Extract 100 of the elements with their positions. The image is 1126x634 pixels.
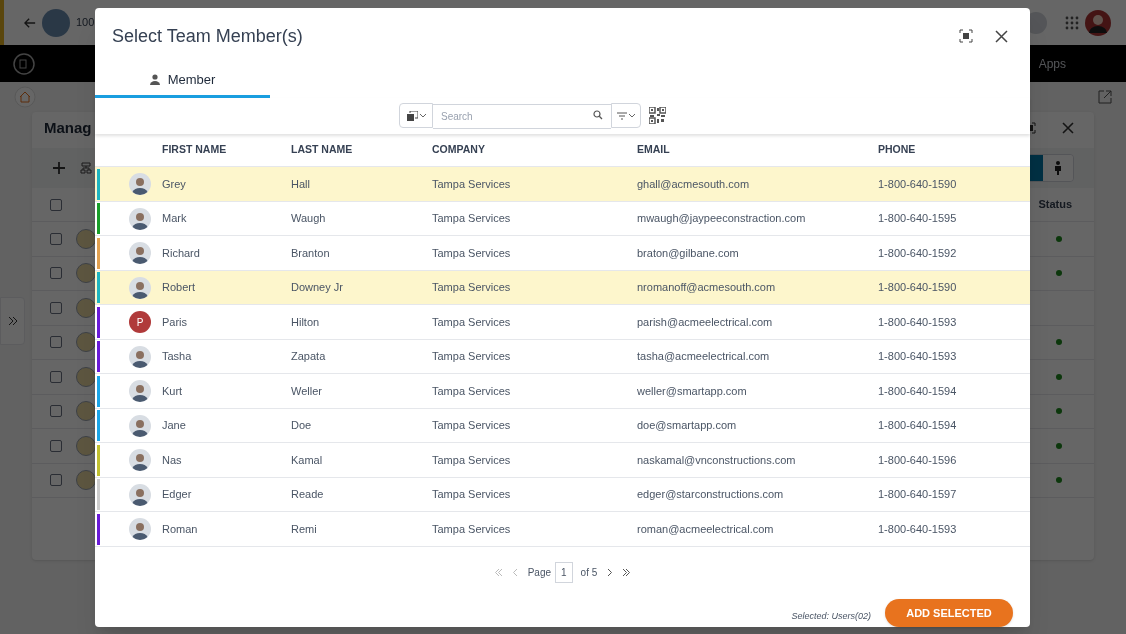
checkbox[interactable] (50, 232, 62, 245)
table-row[interactable]: Jane Doe Tampa Services doe@smartapp.com 1-800-640-1594 (95, 409, 1030, 444)
company-cell-text: Tampa Services (432, 211, 512, 227)
page-title: Manag (44, 117, 92, 138)
email-cell-text: tasha@acmeelectrical.com (637, 349, 771, 365)
phone-cell-text: 1-800-640-1592 (878, 246, 958, 261)
next-page-icon[interactable] (605, 568, 615, 578)
avatar-icon (129, 207, 151, 230)
last-name-cell-text: Doe (291, 418, 313, 434)
checkbox[interactable] (50, 439, 62, 452)
table-row[interactable]: Roman Remi Tampa Services roman@acmeelectrical.com 1-800-640-1593 (95, 512, 1030, 547)
table-row[interactable]: Edger Reade Tampa Services edger@starconstructions.com 1-800-640-1597 (95, 478, 1030, 513)
caret-icon (629, 113, 635, 118)
email-cell-text: edger@starconstructions.com (637, 487, 785, 503)
last-name-cell-text: Weller (291, 384, 323, 399)
previous-page-icon[interactable] (510, 568, 520, 578)
table-row[interactable]: Mark Waugh Tampa Services mwaugh@jaypeeconstraction.com 1-800-640-1595 (95, 202, 1030, 237)
caret-icon (419, 113, 426, 118)
org-chart-icon[interactable] (80, 162, 92, 174)
column-header: LAST NAME (291, 142, 354, 158)
phone-cell-text: 1-800-640-1593 (878, 349, 958, 365)
checkbox[interactable] (50, 405, 62, 418)
phone-cell-text: 1-800-640-1594 (878, 418, 958, 434)
email-cell-text: weller@smartapp.com (637, 384, 748, 399)
phone-cell-text: 1-800-640-1593 (878, 522, 958, 537)
column-header: PHONE (878, 142, 917, 158)
company-cell-text: Tampa Services (432, 315, 512, 330)
double-chevron-icon (7, 316, 18, 326)
phone-cell-text: 1-800-640-1590 (878, 280, 958, 296)
company-cell-text: Tampa Services (432, 280, 512, 296)
fullscreen-icon[interactable] (959, 29, 973, 44)
email-cell-text: doe@smartapp.com (637, 418, 738, 434)
search-icon[interactable] (593, 110, 603, 121)
email-cell-text: ghall@acmesouth.com (637, 177, 751, 192)
checkbox[interactable] (50, 336, 62, 349)
column-header: EMAIL (637, 142, 671, 158)
first-name-cell-text: Grey (162, 177, 187, 192)
selection-count: Selected: Users(02) (791, 610, 871, 624)
avatar-icon (129, 518, 151, 541)
company-cell-text: Tampa Services (432, 522, 512, 537)
table-row[interactable]: Grey Hall Tampa Services ghall@acmesouth.com 1-800-640-1590 (95, 167, 1030, 202)
person-icon (149, 73, 160, 85)
checkbox[interactable] (50, 370, 62, 383)
table-row[interactable]: Kurt Weller Tampa Services weller@smartapp.com 1-800-640-1594 (95, 374, 1030, 409)
checkbox[interactable] (50, 267, 62, 280)
first-name-cell-text: Jane (162, 418, 187, 434)
avatar-icon (76, 297, 96, 318)
apps-grid-icon[interactable] (1065, 15, 1079, 30)
phone-cell-text: 1-800-640-1597 (878, 487, 958, 503)
page-input[interactable]: 1 (555, 562, 573, 584)
avatar-icon (129, 345, 151, 368)
avatar-icon (129, 380, 151, 403)
table-row[interactable]: Nas Kamal Tampa Services naskamal@vnconstructions.com 1-800-640-1596 (95, 443, 1030, 478)
last-name-cell-text: Zapata (291, 349, 327, 365)
email-cell-text: roman@acmeelectrical.com (637, 522, 775, 537)
tab[interactable]: Member (95, 64, 270, 98)
phone-cell-text: 1-800-640-1593 (878, 315, 958, 330)
avatar-icon (76, 228, 96, 249)
back-arrow-icon[interactable] (24, 15, 36, 30)
table-row[interactable]: P Paris Hilton Tampa Services parish@acmeelectrical.com 1-800-640-1593 (95, 305, 1030, 340)
user-avatar-icon[interactable] (1085, 9, 1111, 36)
checkbox[interactable] (50, 474, 62, 487)
phone-cell-text: 1-800-640-1596 (878, 453, 958, 468)
avatar-icon (129, 276, 151, 299)
qr-code-icon[interactable] (649, 107, 666, 125)
close-icon[interactable] (995, 29, 1008, 43)
company-cell-text: Tampa Services (432, 453, 512, 468)
phone-cell-text: 1-800-640-1590 (878, 177, 958, 192)
home-icon[interactable] (14, 86, 36, 108)
company-cell-text: Tampa Services (432, 177, 512, 192)
phone-cell-text: 1-800-640-1595 (878, 211, 958, 227)
column-header: Status (1038, 197, 1072, 213)
avatar-icon (76, 435, 96, 456)
last-name-cell-text: Hilton (291, 315, 321, 330)
first-name-cell-text: Roman (162, 522, 199, 537)
search-field[interactable]: Search (433, 104, 611, 130)
table-row[interactable]: Robert Downey Jr Tampa Services nromanoff@acmesouth.com 1-800-640-1590 (95, 271, 1030, 306)
project-avatar (42, 8, 70, 37)
last-name-cell-text: Remi (291, 522, 318, 537)
last-name-cell-text: Waugh (291, 211, 327, 227)
add-icon[interactable] (52, 161, 66, 175)
scope-dropdown[interactable] (399, 103, 433, 129)
last-name-cell-text: Reade (291, 487, 325, 503)
external-link-icon[interactable] (1098, 90, 1112, 104)
sidebar-toggle[interactable] (0, 297, 25, 345)
last-page-icon[interactable] (622, 568, 632, 578)
first-page-icon[interactable] (493, 568, 503, 578)
last-name-cell-text: Hall (291, 177, 311, 192)
checkbox[interactable] (50, 198, 62, 211)
table-row[interactable]: Richard Branton Tampa Services braton@gilbane.com 1-800-640-1592 (95, 236, 1030, 271)
filter-dropdown[interactable] (611, 103, 641, 129)
person-icon (1054, 161, 1062, 175)
avatar-icon (76, 263, 96, 284)
checkbox[interactable] (50, 301, 62, 314)
company-cell-text: Tampa Services (432, 418, 512, 434)
phone-cell-text: 1-800-640-1594 (878, 384, 958, 399)
avatar-icon (76, 401, 96, 422)
header-text: 100 (76, 15, 95, 31)
table-row[interactable]: Tasha Zapata Tampa Services tasha@acmeelectrical.com 1-800-640-1593 (95, 340, 1030, 375)
avatar-icon (129, 414, 151, 437)
